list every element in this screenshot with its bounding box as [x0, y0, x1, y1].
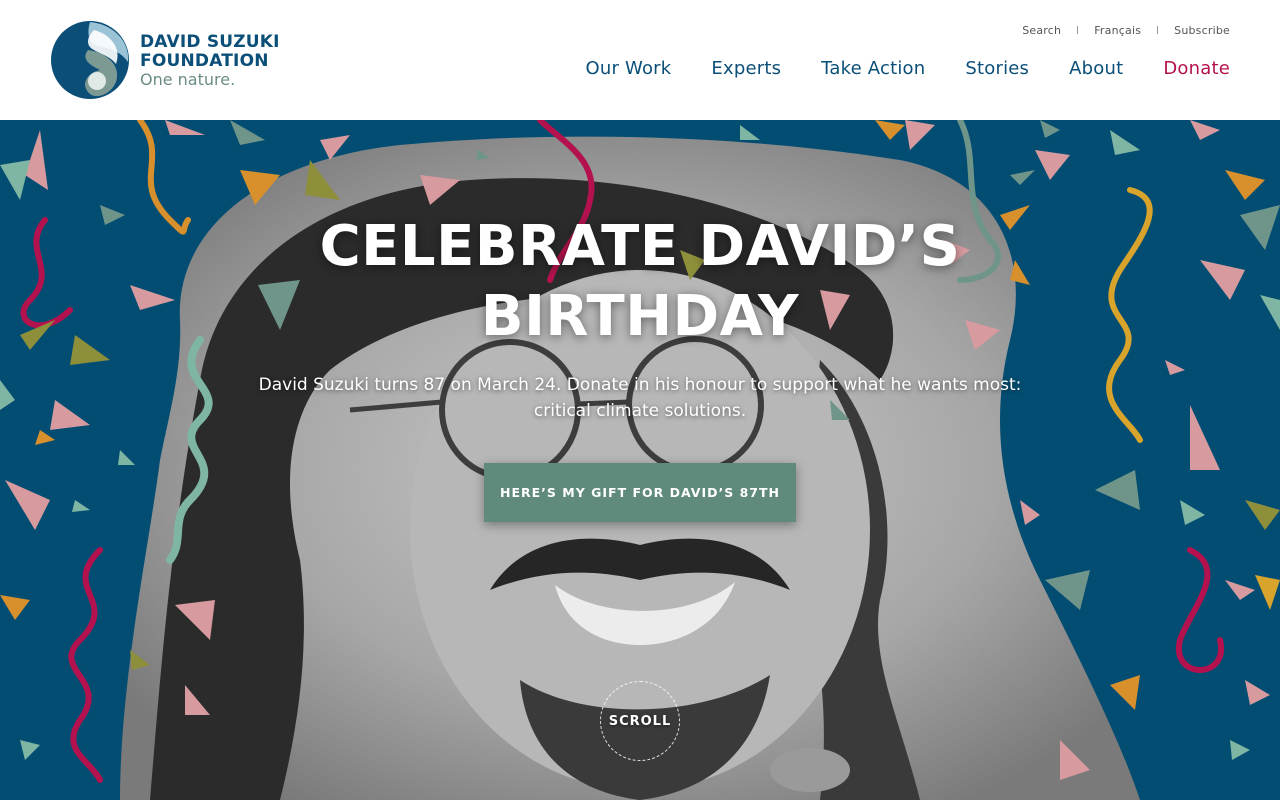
- nav-about[interactable]: About: [1069, 58, 1123, 79]
- utility-link-language[interactable]: Français: [1094, 24, 1141, 37]
- main-nav: Our Work Experts Take Action Stories Abo…: [546, 58, 1230, 79]
- nav-experts[interactable]: Experts: [711, 58, 781, 79]
- scroll-button[interactable]: SCROLL: [600, 681, 680, 761]
- site-header: DAVID SUZUKI FOUNDATION One nature. Sear…: [0, 0, 1280, 120]
- utility-link-subscribe[interactable]: Subscribe: [1174, 24, 1230, 37]
- logo-wordmark: DAVID SUZUKI FOUNDATION One nature.: [140, 33, 280, 89]
- hero-title: CELEBRATE DAVID’S BIRTHDAY: [240, 212, 1040, 352]
- hero-title-line1: CELEBRATE DAVID’S: [319, 214, 961, 279]
- hero-content: CELEBRATE DAVID’S BIRTHDAY David Suzuki …: [0, 120, 1280, 800]
- scroll-label: SCROLL: [608, 713, 672, 729]
- hero-subtitle-line2: critical climate solutions.: [533, 401, 747, 421]
- gift-donate-button[interactable]: HERE’S MY GIFT FOR DAVID’S 87TH: [484, 463, 796, 522]
- utility-divider: [1157, 26, 1159, 34]
- logo-tagline: One nature.: [140, 70, 236, 89]
- logo-name-line2: FOUNDATION: [140, 51, 269, 71]
- logo-link[interactable]: DAVID SUZUKI FOUNDATION One nature.: [50, 20, 280, 100]
- logo-name-line1: DAVID SUZUKI: [140, 32, 280, 52]
- utility-link-search[interactable]: Search: [1022, 24, 1061, 37]
- hero-subtitle-line1: David Suzuki turns 87 on March 24. Donat…: [258, 375, 1022, 395]
- nav-stories[interactable]: Stories: [965, 58, 1029, 79]
- utility-nav: Search Français Subscribe: [1022, 22, 1230, 38]
- nav-our-work[interactable]: Our Work: [586, 58, 672, 79]
- nav-take-action[interactable]: Take Action: [821, 58, 925, 79]
- nav-donate[interactable]: Donate: [1163, 58, 1230, 79]
- hero-banner: CELEBRATE DAVID’S BIRTHDAY David Suzuki …: [0, 120, 1280, 800]
- utility-divider: [1077, 26, 1079, 34]
- hero-subtitle: David Suzuki turns 87 on March 24. Donat…: [240, 372, 1040, 424]
- hero-title-line2: BIRTHDAY: [480, 284, 800, 349]
- foundation-logo-icon: [51, 21, 129, 99]
